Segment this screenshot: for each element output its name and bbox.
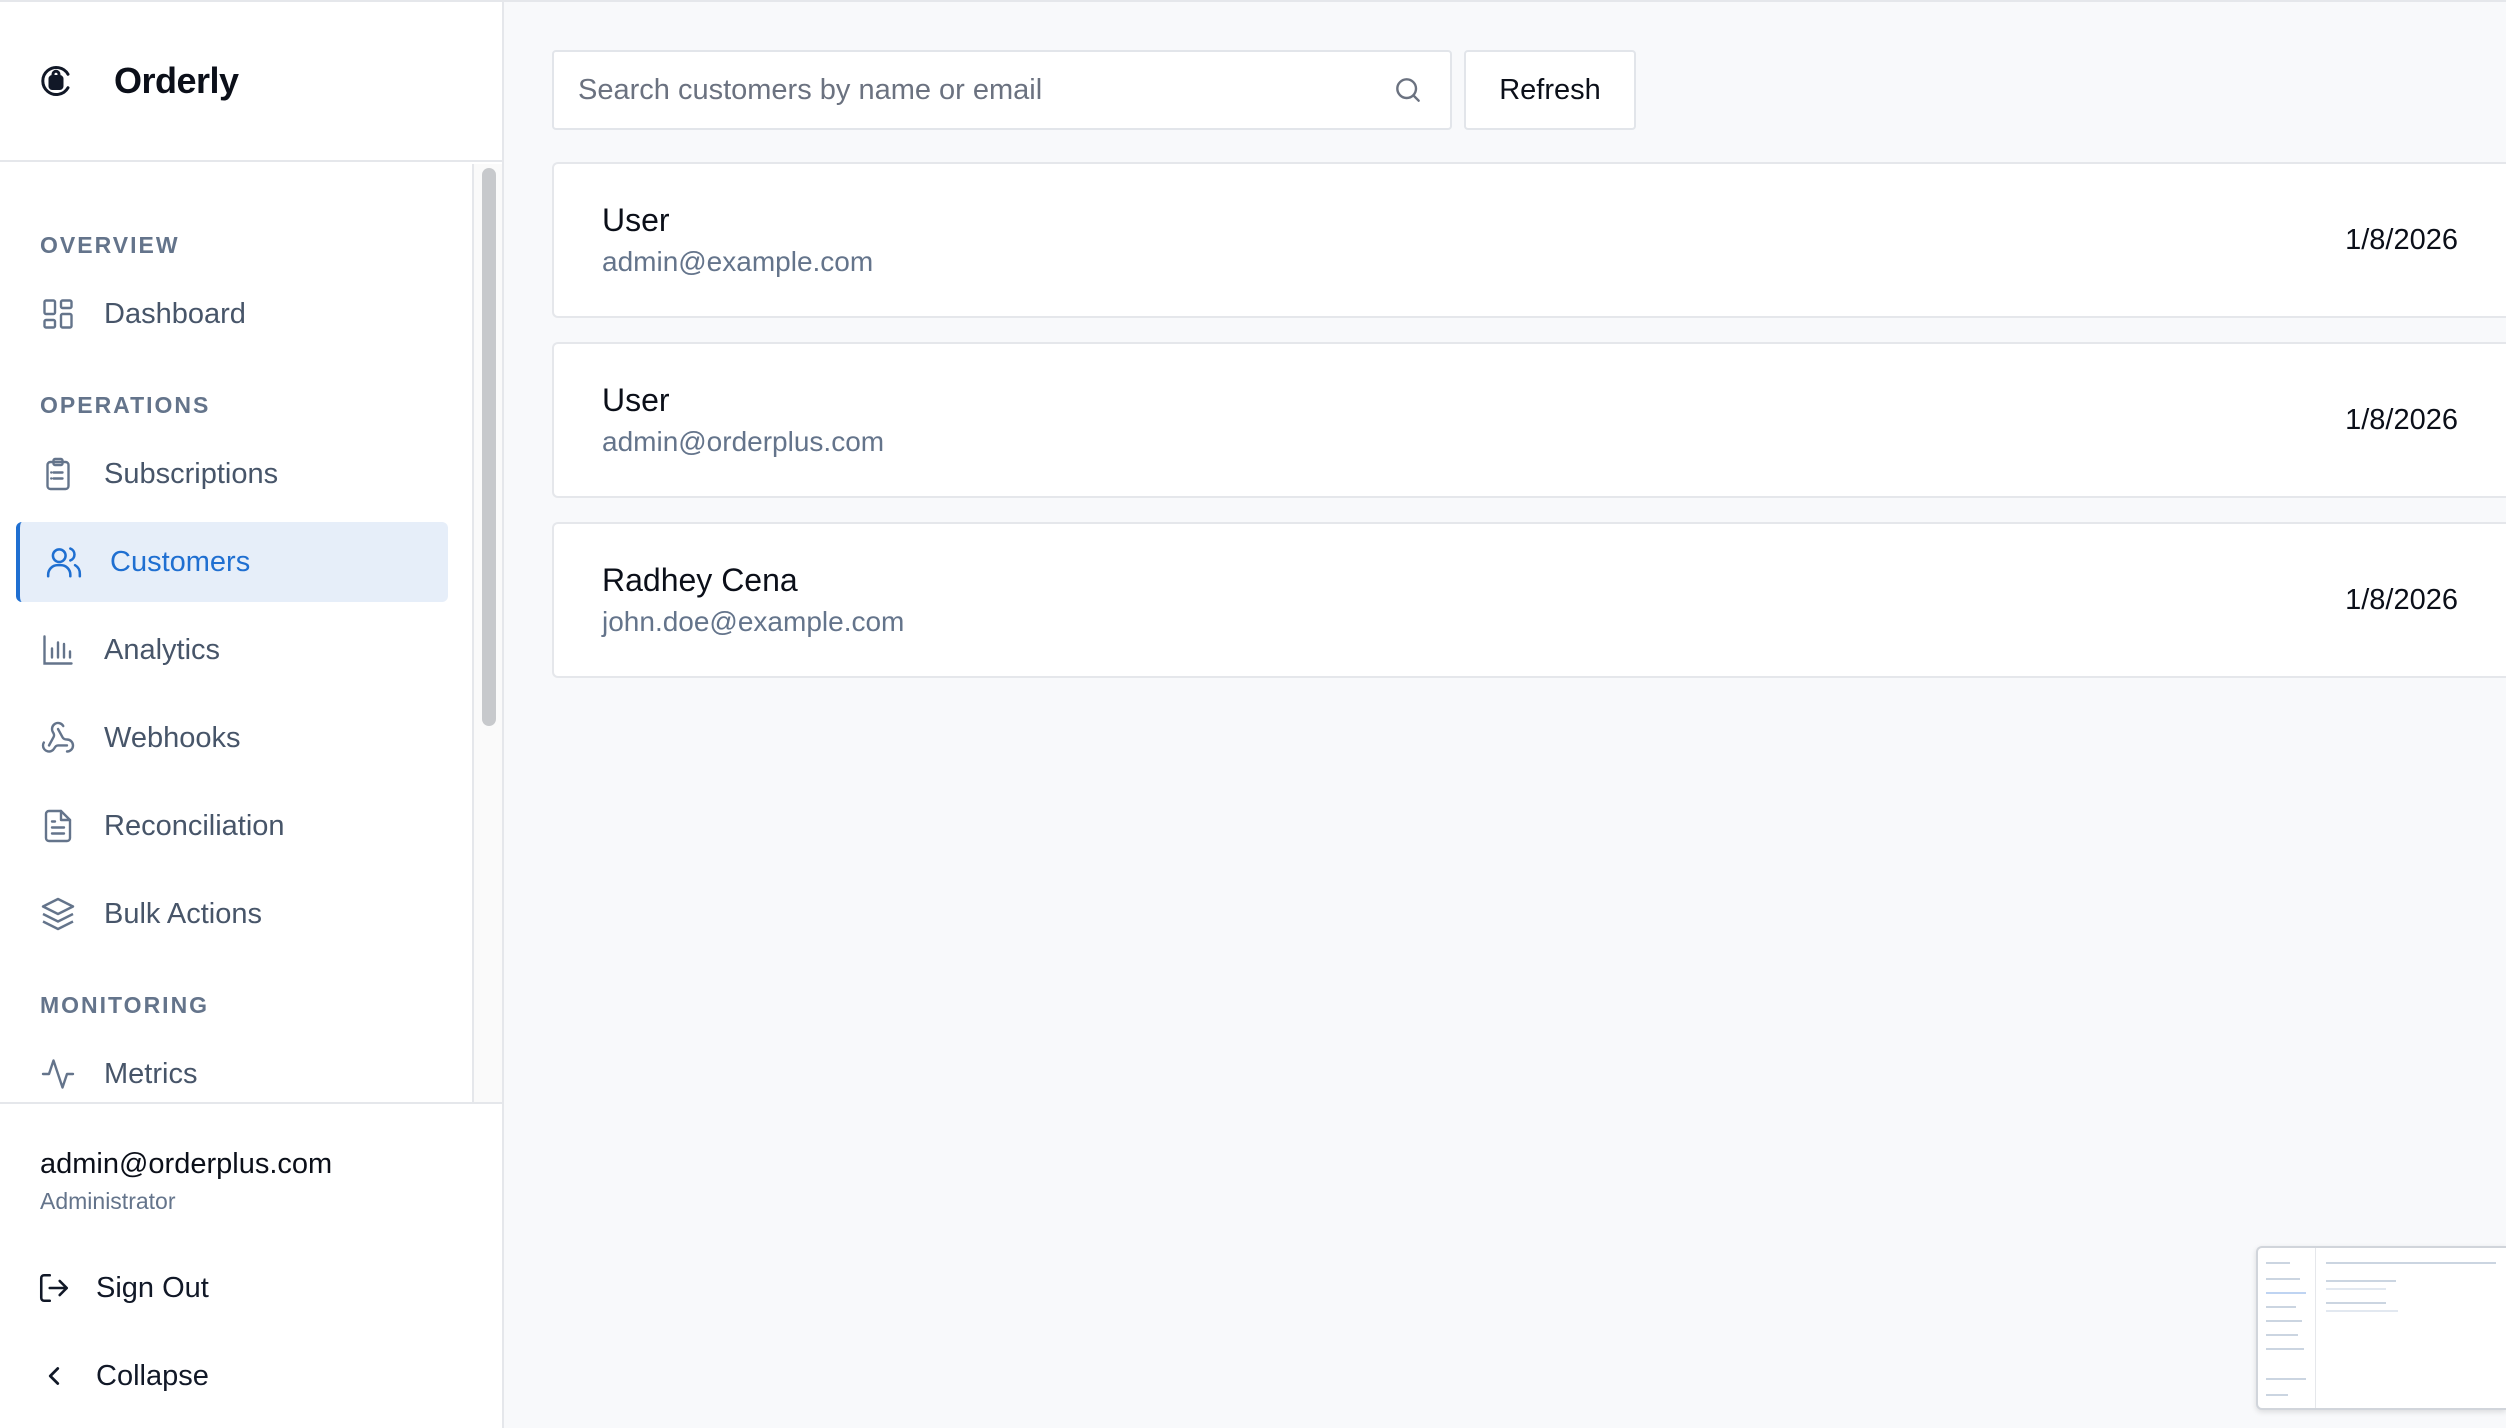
customer-email: admin@example.com [602, 246, 874, 277]
layers-icon [38, 894, 78, 934]
customer-name: Radhey Cena [602, 562, 798, 598]
sidebar-item-metrics[interactable]: Metrics [16, 1034, 448, 1102]
thumbnail-line [2266, 1394, 2288, 1396]
sidebar-item-label: Subscriptions [104, 457, 279, 490]
thumbnail-line [2326, 1262, 2496, 1264]
chevron-left-icon [36, 1358, 72, 1394]
thumbnail-line [2266, 1306, 2296, 1308]
customer-date: 1/8/2026 [2345, 404, 2458, 436]
sidebar-item-analytics[interactable]: Analytics [16, 610, 448, 690]
sidebar-item-label: Webhooks [104, 721, 241, 754]
log-out-icon [36, 1270, 72, 1306]
sidebar-item-dashboard[interactable]: Dashboard [16, 274, 448, 354]
sidebar-footer: admin@orderplus.com Administrator Sign O… [0, 1102, 502, 1428]
customer-card[interactable]: User admin@example.com 1/8/2026 [552, 162, 2506, 318]
clipboard-list-icon [38, 454, 78, 494]
customer-search[interactable] [552, 50, 1452, 130]
activity-icon [38, 1054, 78, 1094]
sidebar-nav[interactable]: OVERVIEW Dashboard OPERATIONS Subscripti… [0, 164, 502, 1102]
thumbnail-sidebar [2258, 1248, 2316, 1408]
sidebar-item-label: Metrics [104, 1057, 198, 1090]
sidebar-item-label: Bulk Actions [104, 897, 262, 930]
thumbnail-line [2326, 1302, 2386, 1304]
search-input[interactable] [554, 72, 1354, 108]
thumbnail-line [2266, 1278, 2300, 1280]
thumbnail-line [2326, 1288, 2386, 1290]
sidebar-scrollbar-thumb[interactable] [482, 168, 496, 726]
orderly-logo-icon [38, 63, 74, 99]
customer-email: admin@orderplus.com [602, 426, 885, 457]
customer-card[interactable]: Radhey Cena john.doe@example.com 1/8/202… [552, 522, 2506, 678]
collapse-button[interactable]: Collapse [36, 1346, 209, 1406]
section-label-operations: OPERATIONS [40, 392, 211, 418]
thumbnail-line [2326, 1280, 2396, 1282]
sidebar-item-customers[interactable]: Customers [16, 522, 448, 602]
dashboard-grid-icon [38, 294, 78, 334]
customer-date: 1/8/2026 [2345, 224, 2458, 256]
sidebar-item-label: Customers [110, 545, 251, 578]
app-name: Orderly [114, 60, 239, 101]
sidebar-item-label: Analytics [104, 633, 221, 666]
sidebar-item-subscriptions[interactable]: Subscriptions [16, 434, 448, 514]
file-text-icon [38, 806, 78, 846]
customer-date: 1/8/2026 [2345, 584, 2458, 616]
sidebar-item-label: Reconciliation [104, 809, 285, 842]
search-icon[interactable] [1388, 70, 1428, 110]
customer-email: john.doe@example.com [602, 606, 905, 637]
bar-chart-icon [38, 630, 78, 670]
customer-name: User [602, 202, 670, 238]
thumbnail-line [2266, 1348, 2304, 1350]
thumbnail-line [2266, 1262, 2290, 1264]
main-content: Refresh User admin@example.com 1/8/2026 … [504, 2, 2506, 1428]
sidebar-item-webhooks[interactable]: Webhooks [16, 698, 448, 778]
customer-name: User [602, 382, 670, 418]
sidebar-scrollbar[interactable] [472, 164, 502, 1102]
sign-out-button[interactable]: Sign Out [36, 1258, 209, 1318]
screen-preview-thumbnail[interactable] [2256, 1246, 2506, 1410]
sidebar-item-bulk-actions[interactable]: Bulk Actions [16, 874, 448, 954]
sidebar-item-reconciliation[interactable]: Reconciliation [16, 786, 448, 866]
app-window: Orderly OVERVIEW Dashboard OPERATIONS Su… [0, 0, 2506, 1428]
sidebar: Orderly OVERVIEW Dashboard OPERATIONS Su… [0, 2, 504, 1428]
section-label-overview: OVERVIEW [40, 232, 180, 258]
webhook-icon [38, 718, 78, 758]
customer-card[interactable]: User admin@orderplus.com 1/8/2026 [552, 342, 2506, 498]
thumbnail-line [2266, 1378, 2306, 1380]
refresh-button[interactable]: Refresh [1464, 50, 1636, 130]
sidebar-item-label: Dashboard [104, 297, 246, 330]
thumbnail-line [2326, 1310, 2398, 1312]
thumbnail-line [2266, 1320, 2302, 1322]
user-email: admin@orderplus.com [40, 1148, 333, 1180]
thumbnail-line [2266, 1334, 2298, 1336]
sign-out-label: Sign Out [96, 1271, 209, 1304]
brand-header: Orderly [0, 2, 502, 162]
section-label-monitoring: MONITORING [40, 992, 210, 1018]
thumbnail-line [2266, 1292, 2306, 1294]
users-icon [44, 542, 84, 582]
collapse-label: Collapse [96, 1359, 209, 1392]
user-role: Administrator [40, 1188, 176, 1214]
